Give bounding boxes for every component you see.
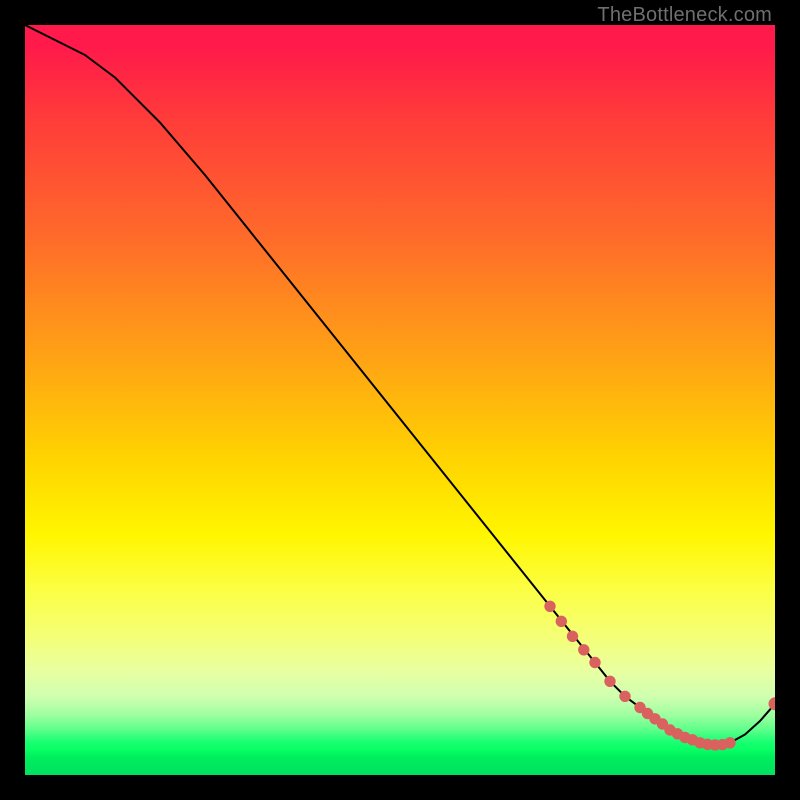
curve-svg (25, 25, 775, 775)
data-point (545, 601, 555, 611)
plot-area (25, 25, 775, 775)
data-point (579, 645, 589, 655)
watermark-text: TheBottleneck.com (597, 4, 772, 27)
data-point (620, 691, 630, 701)
chart-stage: TheBottleneck.com (0, 0, 800, 800)
data-point (567, 631, 577, 641)
data-point (590, 657, 600, 667)
bottleneck-curve (25, 25, 775, 745)
highlighted-points (545, 601, 775, 750)
data-point (725, 738, 735, 748)
data-point (556, 616, 566, 626)
data-point (769, 698, 775, 710)
data-point (605, 676, 615, 686)
